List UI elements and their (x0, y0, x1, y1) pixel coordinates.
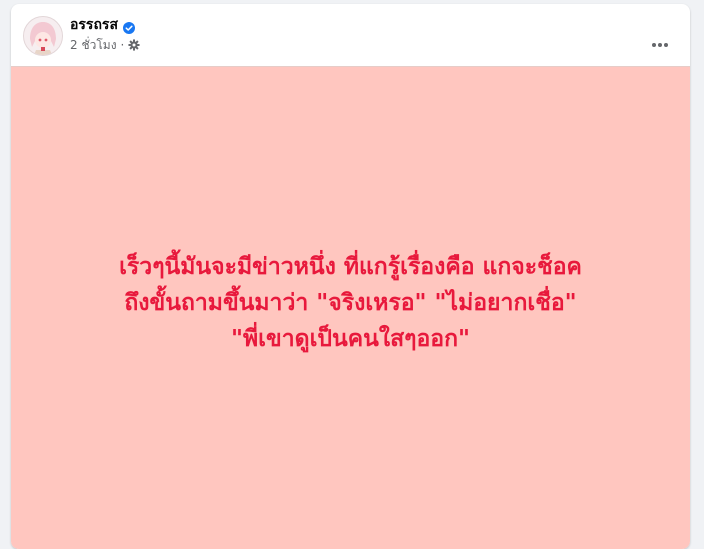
avatar[interactable] (23, 16, 63, 56)
post-text-line: "พี่เขาดูเป็นคนใสๆออก" (230, 326, 471, 352)
verified-badge-icon (123, 19, 135, 34)
meta-separator: · (120, 38, 125, 52)
author-name[interactable]: อรรถรส (70, 16, 118, 34)
post-timestamp[interactable]: 2 ชั่วโมง (70, 37, 117, 53)
post-text-line: ถึงขั้นถามขึ้นมาว่า "จริงเหรอ" "ไม่อยากเ… (124, 290, 577, 316)
post-text-line: เร็วๆนี้มันจะมีข่าวหนึ่ง ที่แกรู้เรื่องค… (119, 254, 582, 280)
post-image[interactable]: เร็วๆนี้มันจะมีข่าวหนึ่ง ที่แกรู้เรื่องค… (11, 66, 690, 549)
more-options-button[interactable] (642, 18, 678, 54)
author-row: อรรถรส (70, 16, 135, 34)
post-header: อรรถรส 2 ชั่วโมง · (11, 4, 690, 66)
post-meta: 2 ชั่วโมง · (70, 37, 140, 53)
post-card: อรรถรส 2 ชั่วโมง · เร็วๆนี้มันจะมีข่าวหน… (11, 4, 690, 549)
gear-icon[interactable] (128, 39, 140, 51)
post-image-text: เร็วๆนี้มันจะมีข่าวหนึ่ง ที่แกรู้เรื่องค… (11, 249, 690, 357)
more-horizontal-icon (651, 33, 669, 47)
